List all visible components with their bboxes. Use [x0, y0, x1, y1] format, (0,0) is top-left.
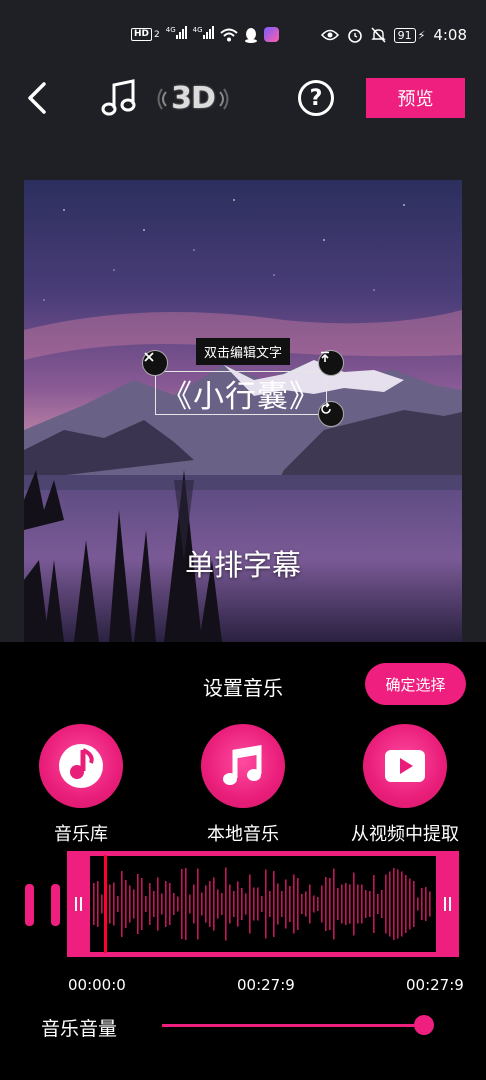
status-right: 91 ⚡ 4:08 [320, 26, 467, 44]
music-library-button[interactable] [39, 724, 123, 808]
battery-indicator: 91 [393, 27, 416, 43]
charging-icon: ⚡ [417, 28, 426, 42]
music-library-label: 音乐库 [54, 824, 108, 845]
arrow-up-to-top-icon [321, 351, 329, 362]
mute-icon [370, 27, 386, 43]
volume-slider-track[interactable] [162, 1024, 424, 1027]
signal-bars-icon [175, 26, 187, 39]
music-panel: 设置音乐 确定选择 音乐库 本地音乐 从视频中提取 00:00:0 00:27:… [0, 642, 486, 1080]
status-left: HD 2 4G 4G [131, 26, 279, 43]
back-button[interactable] [20, 78, 54, 118]
subtitle-text[interactable]: 单排字幕 [24, 542, 462, 584]
start-time: 00:00:0 [68, 976, 126, 994]
app-notification-icon [263, 27, 279, 42]
close-icon [144, 352, 154, 362]
local-music-button[interactable] [201, 724, 285, 808]
total-time: 00:27:9 [406, 976, 464, 994]
rotate-icon [321, 402, 331, 414]
chevron-left-icon [28, 82, 46, 114]
3d-sound-button[interactable]: 3D [156, 78, 230, 118]
local-music-option[interactable]: 本地音乐 [183, 724, 303, 846]
edit-text-tooltip: 双击编辑文字 [196, 338, 291, 365]
qq-icon [244, 27, 257, 43]
signal-1: 4G [166, 26, 187, 43]
bring-to-top-button[interactable] [318, 350, 344, 376]
signal-bars-icon [202, 26, 214, 39]
music-library-option[interactable]: 音乐库 [21, 724, 141, 846]
title-text-box[interactable]: 《小行囊》 [155, 371, 327, 415]
audio-waveform[interactable] [67, 851, 459, 957]
trim-handle-left-grip[interactable] [25, 884, 34, 926]
alarm-icon [347, 29, 362, 43]
help-icon: ? [309, 85, 323, 111]
sound-wave-right-icon [219, 88, 229, 110]
selected-end-time: 00:27:9 [237, 976, 295, 994]
music-library-icon [59, 744, 103, 788]
sim-slot: 2 [154, 29, 160, 40]
eye-icon [320, 29, 339, 41]
video-preview[interactable]: 双击编辑文字 《小行囊》 单排字幕 [24, 180, 462, 642]
music-note-icon [101, 79, 136, 116]
preview-button[interactable]: 预览 [366, 78, 465, 118]
sound-wave-left-icon [157, 88, 167, 110]
local-music-label: 本地音乐 [207, 824, 279, 845]
music-button[interactable] [100, 76, 140, 120]
trim-handle-right-grip[interactable] [51, 884, 60, 926]
music-note-icon [223, 745, 262, 785]
3d-label: 3D [171, 80, 216, 116]
volume-slider-thumb[interactable] [414, 1015, 434, 1035]
help-button[interactable]: ? [298, 80, 334, 116]
hd-badge: HD [131, 28, 153, 41]
extract-from-video-option[interactable]: 从视频中提取 [345, 724, 465, 846]
screen: HD 2 4G 4G 91 ⚡ 4:08 3D ? 预览 双击编辑文字 《小行囊… [0, 0, 486, 1080]
rotate-text-button[interactable] [318, 401, 344, 427]
status-bar: HD 2 4G 4G 91 ⚡ 4:08 [0, 0, 486, 72]
music-volume-label: 音乐音量 [41, 1018, 118, 1040]
clock: 4:08 [433, 26, 467, 44]
title-text: 《小行囊》 [161, 378, 321, 415]
top-toolbar: 3D ? 预览 [0, 72, 486, 126]
confirm-selection-button[interactable]: 确定选择 [365, 663, 466, 705]
wifi-icon [219, 28, 238, 41]
extract-from-video-label: 从视频中提取 [351, 824, 459, 845]
extract-from-video-button[interactable] [363, 724, 447, 808]
delete-text-button[interactable] [142, 350, 168, 376]
play-video-icon [385, 750, 425, 782]
signal-2: 4G [193, 26, 214, 43]
